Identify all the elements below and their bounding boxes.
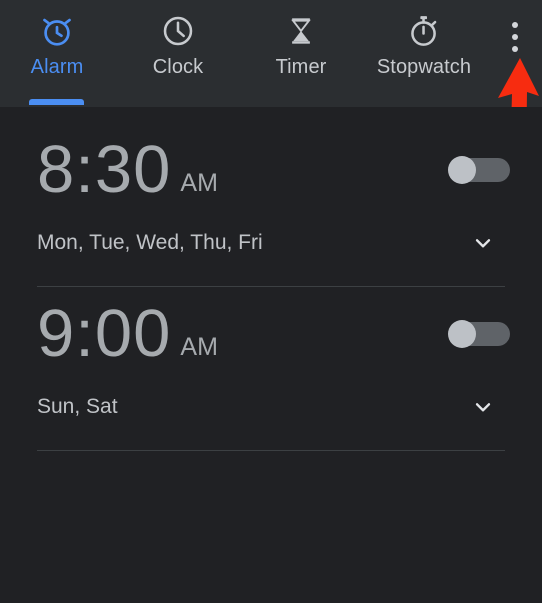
- alarm-row-main: 8:30 AM: [0, 123, 542, 216]
- tab-timer-label: Timer: [275, 56, 327, 78]
- toggle-thumb: [448, 155, 476, 184]
- list-divider: [37, 450, 505, 451]
- alarm-time[interactable]: 9:00 AM: [37, 287, 218, 380]
- menu-dot: [512, 34, 518, 40]
- tab-clock[interactable]: Clock: [122, 0, 234, 107]
- tab-stopwatch[interactable]: Stopwatch: [358, 0, 490, 107]
- list-item: 9:00 AM Sun, Sat: [0, 287, 542, 451]
- alarm-time[interactable]: 8:30 AM: [37, 123, 218, 216]
- tab-alarm-label: Alarm: [30, 56, 84, 78]
- alarm-time-value: 9:00: [37, 296, 172, 371]
- tab-alarm[interactable]: Alarm: [2, 0, 112, 107]
- clock-app: Alarm Clock Timer Stopwatch 8:30 AM Mon,…: [0, 0, 542, 603]
- list-item: 8:30 AM Mon, Tue, Wed, Thu, Fri: [0, 123, 542, 287]
- menu-dot: [512, 22, 518, 28]
- list-top-spacer: [0, 107, 542, 123]
- chevron-down-icon[interactable]: [468, 228, 498, 258]
- more-vertical-icon[interactable]: [495, 10, 535, 64]
- alarm-days[interactable]: Sun, Sat: [37, 380, 118, 434]
- alarm-row-days: Sun, Sat: [0, 380, 542, 434]
- alarm-time-value: 8:30: [37, 132, 172, 207]
- alarm-meridiem: AM: [180, 169, 218, 197]
- active-tab-indicator: [29, 99, 84, 105]
- alarm-list: 8:30 AM Mon, Tue, Wed, Thu, Fri 9:00 AM …: [0, 107, 542, 603]
- tab-clock-label: Clock: [152, 56, 204, 78]
- alarm-row-main: 9:00 AM: [0, 287, 542, 380]
- alarm-toggle[interactable]: [448, 319, 510, 348]
- alarm-clock-icon: [38, 12, 76, 50]
- alarm-meridiem: AM: [180, 333, 218, 361]
- stopwatch-icon: [405, 12, 443, 50]
- clock-icon: [159, 12, 197, 50]
- tab-timer[interactable]: Timer: [246, 0, 356, 107]
- hourglass-icon: [282, 12, 320, 50]
- alarm-toggle[interactable]: [448, 155, 510, 184]
- alarm-row-days: Mon, Tue, Wed, Thu, Fri: [0, 216, 542, 270]
- alarm-days[interactable]: Mon, Tue, Wed, Thu, Fri: [37, 216, 263, 270]
- tab-bar: Alarm Clock Timer Stopwatch: [0, 0, 542, 107]
- toggle-thumb: [448, 319, 476, 348]
- menu-dot: [512, 46, 518, 52]
- chevron-down-icon[interactable]: [468, 392, 498, 422]
- tab-stopwatch-label: Stopwatch: [376, 56, 472, 78]
